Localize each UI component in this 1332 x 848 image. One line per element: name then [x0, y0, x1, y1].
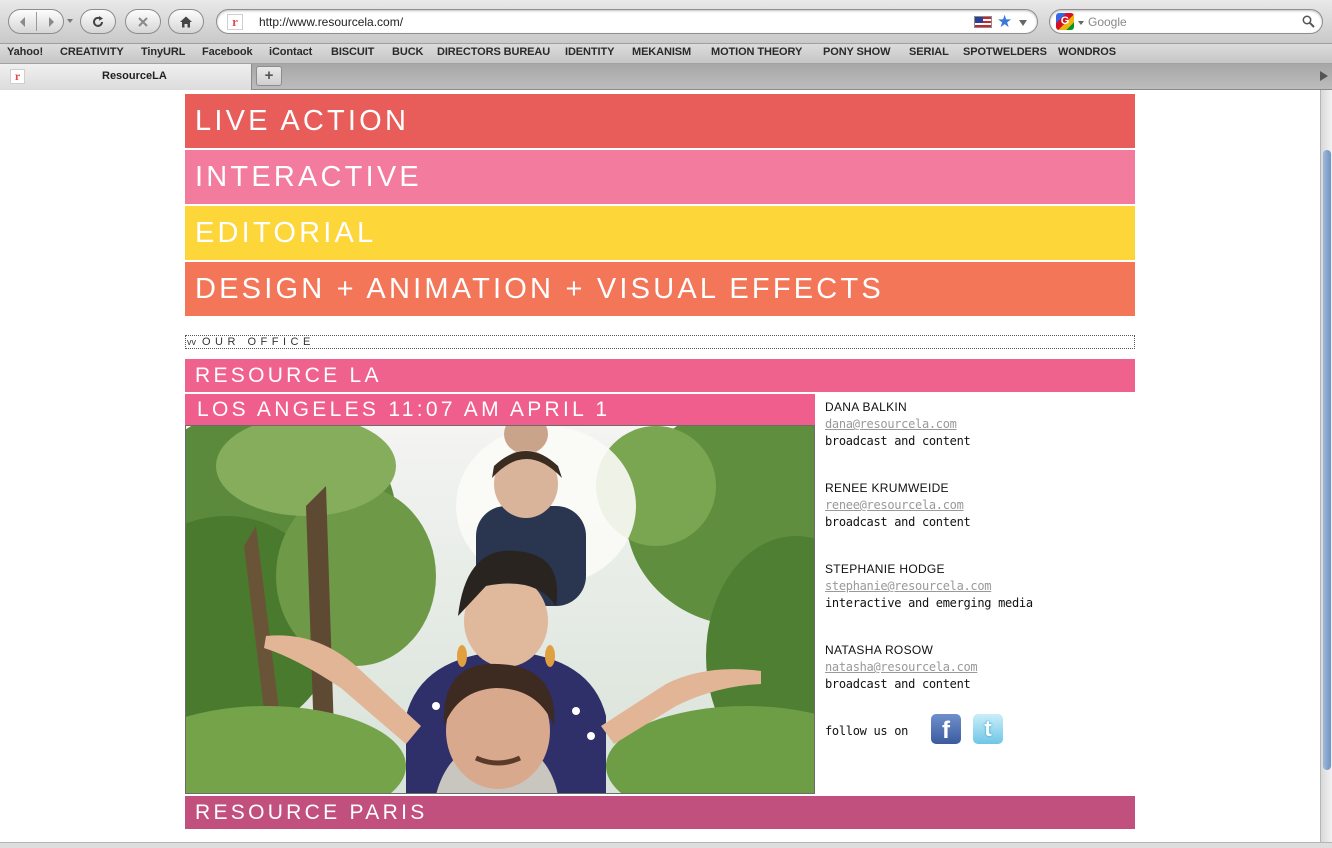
- contact-name: STEPHANIE HODGE: [825, 562, 945, 576]
- contact-role: broadcast and content: [825, 677, 971, 691]
- site-favicon-icon: r: [227, 14, 243, 30]
- contacts-list: DANA BALKIN dana@resourcela.com broadcas…: [825, 400, 1135, 724]
- contact-name: RENEE KRUMWEIDE: [825, 481, 949, 495]
- contact-email[interactable]: renee@resourcela.com: [825, 498, 1135, 515]
- bookmark-star-icon[interactable]: ★: [997, 12, 1012, 31]
- new-tab-button[interactable]: +: [256, 66, 282, 86]
- contact-name: NATASHA ROSOW: [825, 643, 934, 657]
- office-resource-paris[interactable]: RESOURCE PARIS: [185, 796, 1135, 829]
- bookmark-item[interactable]: MOTION THEORY: [711, 46, 802, 58]
- url-dropdown-icon[interactable]: [1019, 20, 1027, 26]
- bookmark-item[interactable]: iContact: [269, 46, 312, 58]
- team-photo-illustration: [186, 426, 814, 793]
- search-bar[interactable]: G: [1049, 9, 1323, 34]
- bookmark-item[interactable]: BISCUIT: [331, 46, 374, 58]
- back-arrow-icon: [19, 16, 25, 27]
- tab-overflow-icon[interactable]: [1318, 68, 1330, 84]
- bookmark-item[interactable]: BUCK: [392, 46, 423, 58]
- contact-role: interactive and emerging media: [825, 596, 1033, 610]
- url-text[interactable]: http://www.resourcela.com/: [259, 15, 403, 29]
- office-resource-la[interactable]: RESOURCE LA: [185, 359, 1135, 392]
- vertical-scrollbar[interactable]: [1320, 90, 1332, 842]
- contact-card: DANA BALKIN dana@resourcela.com broadcas…: [825, 400, 1135, 481]
- bookmark-item[interactable]: WONDROS: [1058, 46, 1116, 58]
- home-icon: [180, 16, 192, 27]
- nav-live-action[interactable]: LIVE ACTION: [185, 94, 1135, 148]
- bookmark-item[interactable]: MEKANISM: [632, 46, 691, 58]
- la-local-time: LOS ANGELES 11:07 AM APRIL 1: [185, 394, 815, 425]
- history-dropdown-icon[interactable]: [67, 19, 73, 23]
- us-flag-icon[interactable]: [974, 16, 992, 28]
- tab-resourcela[interactable]: r ResourceLA: [0, 64, 252, 90]
- tab-favicon-icon: r: [10, 69, 25, 84]
- contact-card: STEPHANIE HODGE stephanie@resourcela.com…: [825, 562, 1135, 643]
- back-button[interactable]: [9, 10, 36, 33]
- magnifier-icon[interactable]: [1302, 15, 1315, 28]
- bookmark-item[interactable]: SPOTWELDERS: [963, 46, 1047, 58]
- social-follow: follow us on f t: [825, 714, 1025, 746]
- contact-card: RENEE KRUMWEIDE renee@resourcela.com bro…: [825, 481, 1135, 562]
- contact-name: DANA BALKIN: [825, 400, 907, 414]
- bookmark-item[interactable]: SERIAL: [909, 46, 949, 58]
- forward-button[interactable]: [37, 10, 64, 33]
- nav-interactive[interactable]: INTERACTIVE: [185, 150, 1135, 204]
- bookmark-item[interactable]: DIRECTORS BUREAU: [437, 46, 550, 58]
- contact-role: broadcast and content: [825, 515, 971, 529]
- our-office-label: OUR OFFICE: [202, 336, 315, 348]
- stop-icon: [138, 16, 148, 27]
- chevron-down-icon: vv: [187, 337, 196, 347]
- office-team-photo: [185, 425, 815, 794]
- home-button[interactable]: [168, 9, 204, 34]
- page-content: LIVE ACTION INTERACTIVE EDITORIAL DESIGN…: [0, 90, 1320, 842]
- facebook-icon[interactable]: f: [931, 714, 961, 744]
- browser-window: r http://www.resourcela.com/ ★ G Yahoo! …: [0, 0, 1332, 848]
- google-search-engine-icon[interactable]: G: [1056, 13, 1074, 30]
- reload-button[interactable]: [80, 9, 116, 34]
- window-bottom-edge: [0, 842, 1332, 848]
- twitter-icon[interactable]: t: [973, 714, 1003, 744]
- search-engine-dropdown-icon[interactable]: [1078, 21, 1084, 25]
- tab-bar: r ResourceLA +: [0, 64, 1332, 90]
- contact-email[interactable]: stephanie@resourcela.com: [825, 579, 1135, 596]
- bookmarks-bar: Yahoo! CREATIVITY TinyURL Facebook iCont…: [0, 44, 1332, 64]
- contact-email[interactable]: dana@resourcela.com: [825, 417, 1135, 434]
- browser-toolbar: r http://www.resourcela.com/ ★ G: [0, 0, 1332, 44]
- bookmark-item[interactable]: TinyURL: [141, 46, 185, 58]
- tab-title: ResourceLA: [102, 70, 167, 82]
- forward-arrow-icon: [48, 16, 54, 27]
- reload-icon: [93, 15, 103, 27]
- bookmark-item[interactable]: Yahoo!: [7, 46, 43, 58]
- contact-role: broadcast and content: [825, 434, 971, 448]
- bookmark-item[interactable]: Facebook: [202, 46, 253, 58]
- bookmark-item[interactable]: IDENTITY: [565, 46, 614, 58]
- bookmark-item[interactable]: CREATIVITY: [60, 46, 124, 58]
- our-office-toggle[interactable]: vv OUR OFFICE: [185, 335, 1135, 349]
- address-bar[interactable]: r http://www.resourcela.com/ ★: [216, 9, 1038, 34]
- contact-card: NATASHA ROSOW natasha@resourcela.com bro…: [825, 643, 1135, 724]
- follow-us-label: follow us on: [825, 724, 909, 738]
- nav-editorial[interactable]: EDITORIAL: [185, 206, 1135, 260]
- contact-email[interactable]: natasha@resourcela.com: [825, 660, 1135, 677]
- stop-button[interactable]: [125, 9, 161, 34]
- back-forward-group: [8, 9, 64, 34]
- search-input[interactable]: [1088, 13, 1288, 30]
- bookmark-item[interactable]: PONY SHOW: [823, 46, 890, 58]
- vertical-scrollbar-thumb[interactable]: [1323, 150, 1331, 770]
- nav-design-animation-vfx[interactable]: DESIGN + ANIMATION + VISUAL EFFECTS: [185, 262, 1135, 316]
